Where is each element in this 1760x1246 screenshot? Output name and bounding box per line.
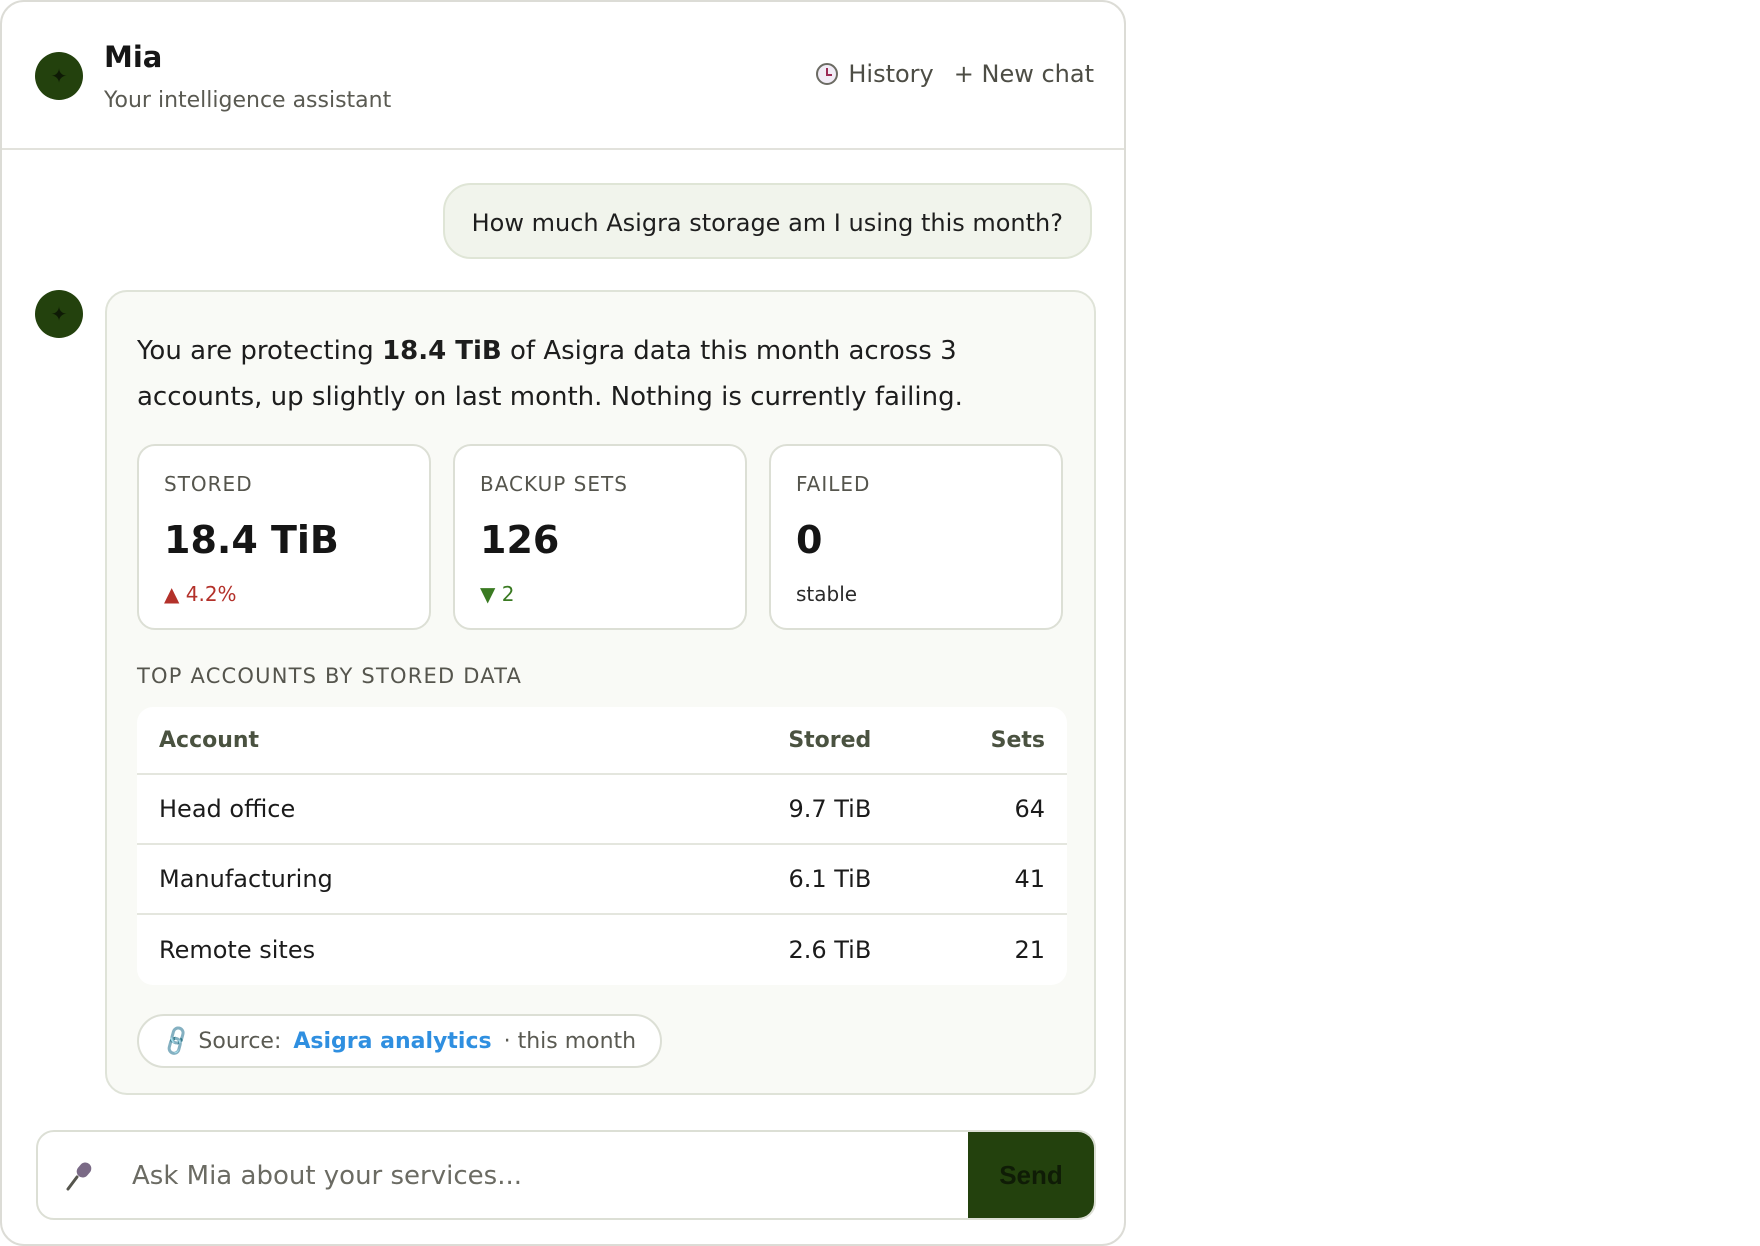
cell-stored: 6.1 TiB — [788, 865, 872, 893]
header-actions: History + New chat — [816, 60, 1094, 88]
kpi-delta-stable: stable — [796, 582, 858, 606]
cell-stored: 9.7 TiB — [788, 795, 872, 823]
table-row: Manufacturing 6.1 TiB 41 — [137, 845, 1067, 915]
source-chip: 🔗 Source: Asigra analytics · this month — [137, 1014, 663, 1068]
kpi-card-failed: FAILED 0 stable — [769, 444, 1063, 630]
assistant-message-avatar: ✦ — [35, 290, 83, 338]
kpi-value: 18.4 TiB — [164, 518, 339, 562]
chat-panel: ✦ Mia Your intelligence assistant Histor… — [0, 0, 1126, 1246]
kpi-value: 126 — [480, 518, 560, 562]
assistant-avatar: ✦ — [35, 52, 83, 100]
cell-stored: 2.6 TiB — [788, 936, 872, 964]
message-input[interactable] — [130, 1132, 984, 1218]
accounts-table: Account Stored Sets Head office 9.7 TiB … — [137, 707, 1067, 985]
history-label: History — [848, 60, 934, 88]
assistant-message-card: You are protecting 18.4 TiB of Asigra da… — [105, 290, 1096, 1095]
kpi-card-backup-sets: BACKUP SETS 126 ▼ 2 — [453, 444, 747, 630]
cell-account: Head office — [159, 795, 296, 823]
column-header-sets[interactable]: Sets — [871, 728, 1067, 753]
assistant-subtitle: Your intelligence assistant — [104, 88, 392, 113]
kpi-delta-down: ▼ 2 — [480, 582, 515, 606]
cell-sets: 41 — [1014, 865, 1045, 893]
history-button[interactable]: History — [816, 60, 934, 88]
sparkle-icon: ✦ — [50, 64, 68, 88]
source-link[interactable]: Asigra analytics — [293, 1029, 491, 1054]
source-suffix: · this month — [503, 1028, 637, 1054]
cell-account: Manufacturing — [159, 865, 333, 893]
table-header-row: Account Stored Sets — [137, 707, 1067, 775]
kpi-label: STORED — [164, 472, 253, 496]
source-prefix: Source: — [198, 1028, 282, 1054]
link-icon: 🔗 — [158, 1023, 195, 1059]
new-chat-button[interactable]: + New chat — [954, 60, 1094, 88]
clock-icon — [816, 63, 839, 85]
chat-header: ✦ Mia Your intelligence assistant Histor… — [2, 2, 1124, 150]
kpi-value: 0 — [796, 518, 823, 562]
cell-sets: 64 — [1014, 795, 1045, 823]
table-row: Head office 9.7 TiB 64 — [137, 775, 1067, 845]
section-heading: TOP ACCOUNTS BY STORED DATA — [137, 664, 523, 688]
kpi-delta-up: ▲ 4.2% — [164, 582, 237, 606]
sparkle-icon: ✦ — [50, 302, 68, 326]
kpi-card-stored: STORED 18.4 TiB ▲ 4.2% — [137, 444, 431, 630]
kpi-cards: STORED 18.4 TiB ▲ 4.2% BACKUP SETS 126 ▼… — [137, 444, 1063, 630]
cell-account: Remote sites — [159, 936, 316, 964]
send-button[interactable]: Send — [968, 1132, 1094, 1218]
cell-sets: 21 — [1014, 936, 1045, 964]
message-text-highlight: 18.4 TiB — [382, 336, 502, 366]
new-chat-label: + New chat — [953, 60, 1094, 88]
user-message: How much Asigra storage am I using this … — [442, 183, 1092, 259]
assistant-message-text: You are protecting 18.4 TiB of Asigra da… — [137, 328, 1067, 420]
column-header-stored[interactable]: Stored — [647, 728, 871, 753]
message-composer: Send — [36, 1130, 1096, 1220]
microphone-icon[interactable] — [62, 1158, 98, 1194]
column-header-account[interactable]: Account — [137, 728, 647, 753]
message-text-start: You are protecting — [137, 336, 383, 366]
kpi-label: BACKUP SETS — [480, 472, 628, 496]
kpi-label: FAILED — [796, 472, 871, 496]
assistant-name: Mia — [104, 40, 163, 74]
table-row: Remote sites 2.6 TiB 21 — [137, 915, 1067, 985]
